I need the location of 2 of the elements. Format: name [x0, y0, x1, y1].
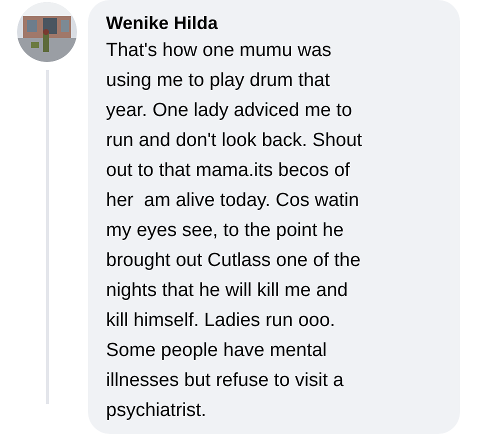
author-name[interactable]: Wenike Hilda — [106, 10, 442, 36]
comment-text: That's how one mumu was using me to play drum that year. One lady adviced me to run and don't look back. Shout out to that mama.its becos of her am alive today. Cos watin my eyes see, to the point he brought out Cutlass one of the nights that he will kill me and kill himself. Ladies run ooo. Some people have mental illnesses but refuse to visit a psychiatrist. — [106, 39, 364, 423]
